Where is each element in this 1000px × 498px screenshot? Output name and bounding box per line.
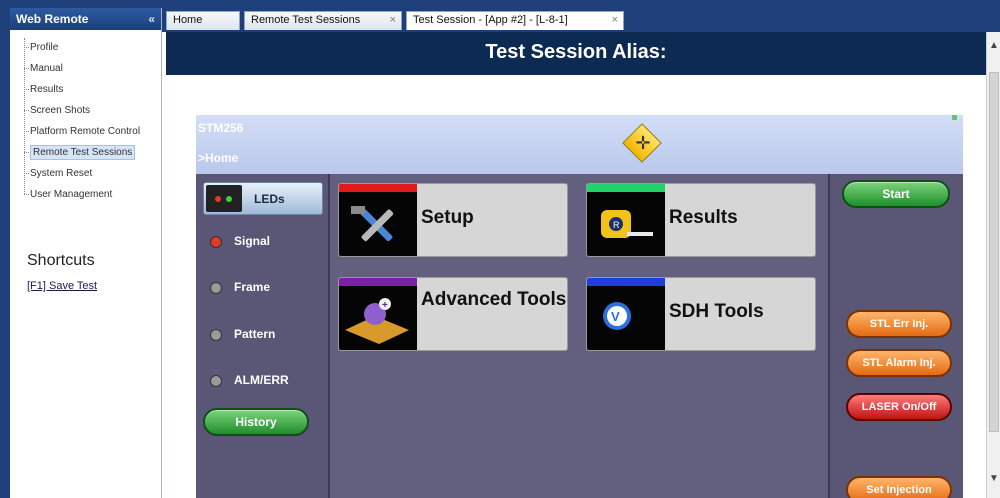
sidebar-title: Web Remote <box>16 12 89 26</box>
device-header: STM256 >Home ✛ <box>196 115 963 174</box>
sidebar-item-screen-shots[interactable]: Screen Shots <box>10 101 161 122</box>
stl-err-inj-button[interactable]: STL Err Inj. <box>846 310 952 338</box>
sidebar-tree: Profile Manual Results Screen Shots Plat… <box>10 30 161 206</box>
stl-alarm-inj-button[interactable]: STL Alarm Inj. <box>846 349 952 377</box>
tab-bar: Home Remote Test Sessions × Test Session… <box>162 8 1000 32</box>
sidebar-item-remote-test-sessions[interactable]: Remote Test Sessions <box>10 143 161 164</box>
vertical-scrollbar[interactable]: ▲ ▼ <box>986 32 1000 498</box>
sidebar-header: Web Remote « <box>10 8 161 30</box>
tile-color-strip <box>587 184 665 192</box>
tape-measure-icon: R <box>587 192 665 256</box>
window-frame-left <box>0 0 10 498</box>
tile-color-strip <box>339 184 417 192</box>
laser-onoff-button[interactable]: LASER On/Off <box>846 393 952 421</box>
svg-text:V: V <box>611 309 620 324</box>
history-button[interactable]: History <box>203 408 309 436</box>
sidebar-item-platform-remote-control[interactable]: Platform Remote Control <box>10 122 161 143</box>
led-lamp-icon <box>210 236 222 248</box>
led-lamp-icon <box>210 282 222 294</box>
tile-color-strip <box>339 278 417 286</box>
sidebar-item-system-reset[interactable]: System Reset <box>10 164 161 185</box>
advanced-tools-tile[interactable]: + Advanced Tools <box>338 277 568 351</box>
set-injection-button[interactable]: Set Injection <box>846 476 952 498</box>
sidebar-item-user-management[interactable]: User Management <box>10 185 161 206</box>
sdh-tools-tile-label: SDH Tools <box>669 301 764 322</box>
results-tile[interactable]: R Results <box>586 183 816 257</box>
scroll-thumb[interactable] <box>989 72 999 432</box>
sdh-logo-icon: V <box>587 286 665 350</box>
scroll-down-icon[interactable]: ▼ <box>987 473 1000 484</box>
collapse-sidebar-icon[interactable]: « <box>148 8 155 30</box>
shortcuts-heading: Shortcuts <box>27 252 95 269</box>
sidebar-item-profile[interactable]: Profile <box>10 38 161 59</box>
svg-text:+: + <box>382 300 388 311</box>
close-tab-icon[interactable]: × <box>612 12 618 29</box>
led-panel: LEDs Signal Frame Pattern ALM/ERR Histor… <box>196 174 330 498</box>
action-panel: Start STL Err Inj. STL Alarm Inj. LASER … <box>828 174 963 498</box>
device-model-label: STM256 <box>198 121 244 135</box>
results-tile-label: Results <box>669 207 738 228</box>
sidebar-item-results[interactable]: Results <box>10 80 161 101</box>
led-dots-icon <box>206 185 242 212</box>
save-test-shortcut-link[interactable]: [F1] Save Test <box>27 280 97 292</box>
close-tab-icon[interactable]: × <box>390 12 396 29</box>
tab-test-session[interactable]: Test Session - [App #2] - [L-8-1] × <box>406 11 624 30</box>
tile-color-strip <box>587 278 665 286</box>
scroll-up-icon[interactable]: ▲ <box>987 40 1000 51</box>
status-corner-indicator <box>952 115 957 120</box>
leds-header-button[interactable]: LEDs <box>203 182 323 215</box>
svg-text:R: R <box>613 220 620 230</box>
setup-tile-label: Setup <box>421 207 474 228</box>
advanced-tools-icon: + <box>339 286 417 350</box>
setup-tile[interactable]: Setup <box>338 183 568 257</box>
tab-home[interactable]: Home <box>166 11 240 30</box>
start-button[interactable]: Start <box>842 180 950 208</box>
device-screen: LEDs Signal Frame Pattern ALM/ERR Histor… <box>196 174 963 498</box>
window-frame-top <box>0 0 1000 8</box>
tools-icon <box>339 192 417 256</box>
web-remote-sidebar: Web Remote « Profile Manual Results Scre… <box>10 8 162 498</box>
sdh-tools-tile[interactable]: V SDH Tools <box>586 277 816 351</box>
led-lamp-icon <box>210 375 222 387</box>
sidebar-item-manual[interactable]: Manual <box>10 59 161 80</box>
leds-label: LEDs <box>254 192 285 206</box>
breadcrumb[interactable]: >Home <box>198 151 238 165</box>
crosshair-diamond-icon[interactable] <box>622 123 662 163</box>
tab-remote-test-sessions[interactable]: Remote Test Sessions × <box>244 11 402 30</box>
advanced-tools-tile-label: Advanced Tools <box>421 289 567 310</box>
page-title: Test Session Alias: <box>166 32 986 75</box>
led-lamp-icon <box>210 329 222 341</box>
